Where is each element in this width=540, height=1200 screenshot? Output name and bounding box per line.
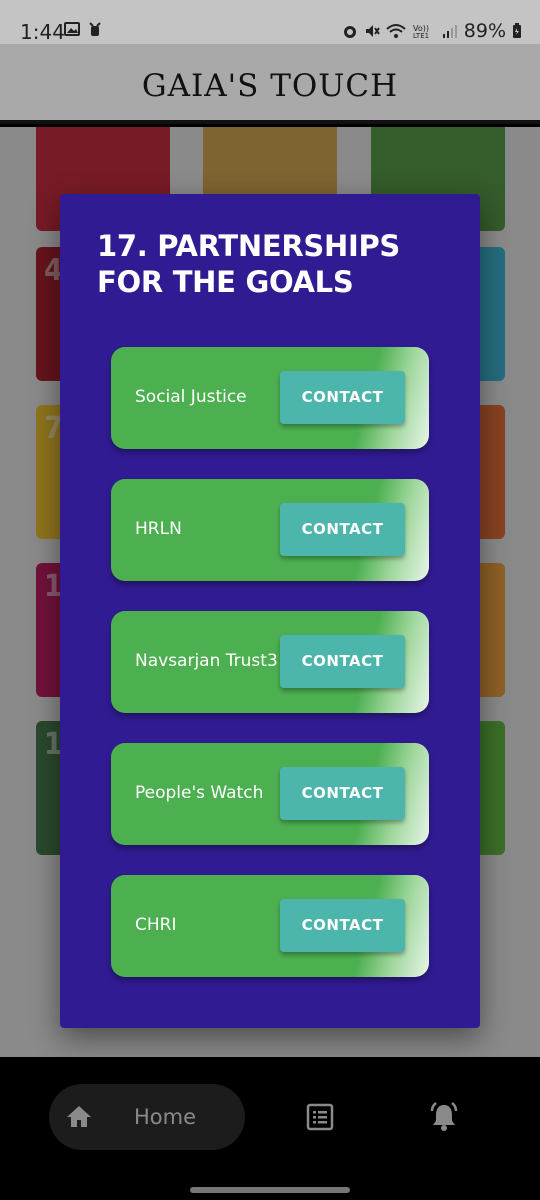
org-card: People's Watch CONTACT	[111, 743, 429, 845]
org-name: People's Watch	[135, 783, 264, 803]
gesture-bar	[190, 1187, 350, 1193]
contact-button[interactable]: CONTACT	[280, 503, 405, 556]
app-header: GAIA'S TOUCH	[0, 44, 540, 124]
org-card: HRLN CONTACT	[111, 479, 429, 581]
goal-dialog: 17. PARTNERSHIPS FOR THE GOALS Social Ju…	[60, 194, 480, 1028]
image-icon	[64, 22, 80, 36]
org-name: Navsarjan Trust3	[135, 651, 278, 671]
contact-button[interactable]: CONTACT	[280, 767, 405, 820]
org-card: Social Justice CONTACT	[111, 347, 429, 449]
contact-button[interactable]: CONTACT	[280, 371, 405, 424]
app-title: GAIA'S TOUCH	[141, 68, 399, 104]
notification-icons	[64, 21, 102, 39]
svg-text:LTE1: LTE1	[413, 32, 429, 39]
status-time: 1:44	[20, 20, 65, 44]
bottom-nav: Home	[0, 1057, 540, 1200]
nav-home-label: Home	[134, 1105, 197, 1129]
alarm-icon	[343, 26, 356, 38]
system-icons: Vo)) LTE1 89%	[342, 20, 522, 42]
status-bar: 1:44 Vo)) LTE1 89%	[0, 0, 540, 44]
app-notification-icon	[89, 22, 101, 36]
org-card: Navsarjan Trust3 CONTACT	[111, 611, 429, 713]
org-card: CHRI CONTACT	[111, 875, 429, 977]
nav-list-button[interactable]	[306, 1103, 334, 1136]
signal-icon	[442, 25, 457, 38]
org-name: HRLN	[135, 519, 182, 539]
mute-icon	[365, 25, 380, 37]
nav-home-button[interactable]: Home	[49, 1084, 245, 1150]
home-icon	[67, 1106, 91, 1127]
dialog-title: 17. PARTNERSHIPS FOR THE GOALS	[97, 229, 401, 299]
wifi-icon	[386, 24, 406, 38]
org-name: Social Justice	[135, 387, 247, 407]
org-name: CHRI	[135, 915, 177, 935]
list-icon	[306, 1103, 334, 1131]
battery-icon	[513, 23, 521, 38]
battery-percent: 89%	[463, 20, 506, 42]
contact-button[interactable]: CONTACT	[280, 899, 405, 952]
contact-button[interactable]: CONTACT	[280, 635, 405, 688]
nav-alerts-button[interactable]	[428, 1101, 460, 1138]
bell-icon	[430, 1102, 458, 1131]
volte-icon: Vo))LTE1	[413, 24, 429, 39]
